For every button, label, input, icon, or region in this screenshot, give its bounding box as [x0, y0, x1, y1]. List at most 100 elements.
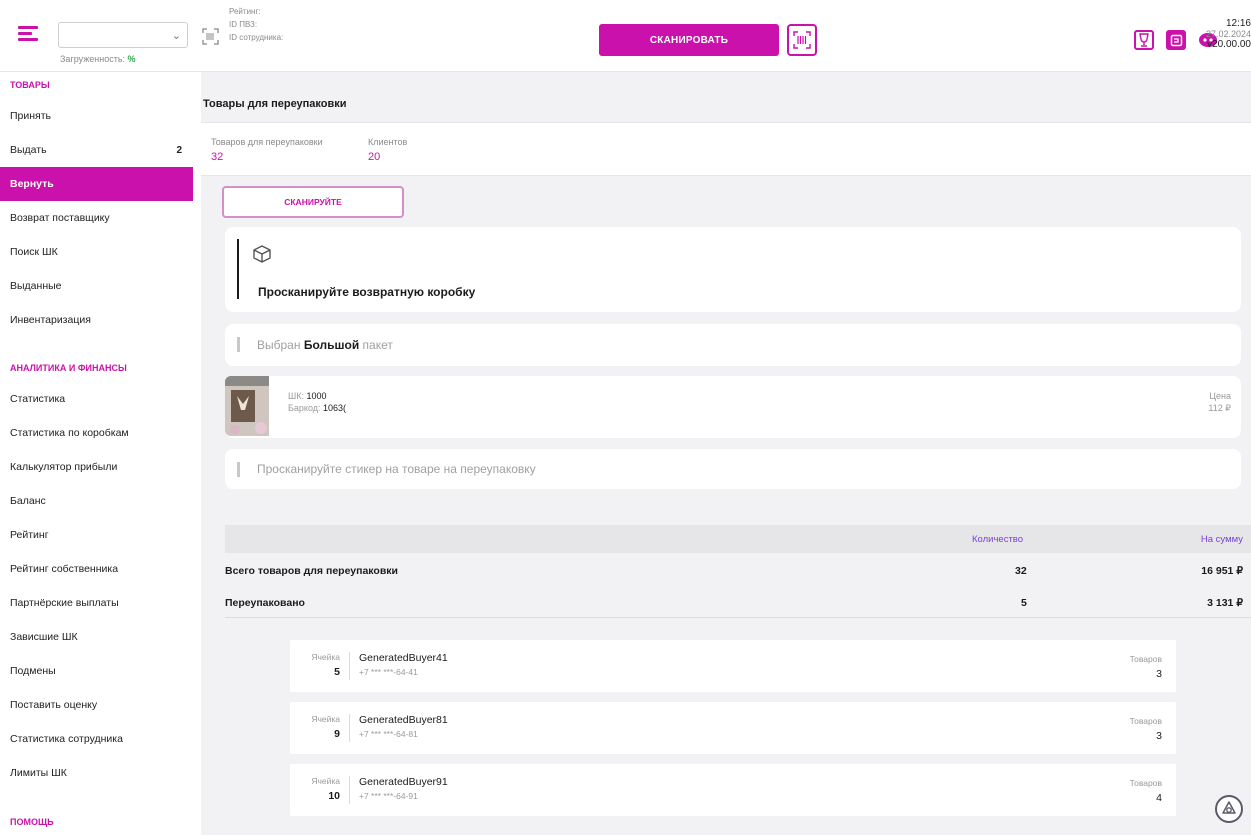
client-card[interactable]: Ячейка 9 GeneratedBuyer81 +7 *** ***-64-… [290, 702, 1176, 754]
sidebar-item-return[interactable]: Вернуть [0, 167, 193, 201]
sidebar-item-rate[interactable]: Поставить оценку [0, 688, 193, 722]
client-separator [349, 652, 350, 680]
sidebar-item-issued[interactable]: Выданные [0, 269, 193, 303]
sidebar-item-rating[interactable]: Рейтинг [0, 518, 193, 552]
sidebar-item-issue[interactable]: Выдать 2 [0, 133, 193, 167]
sidebar-item-statistics[interactable]: Статистика [0, 382, 193, 416]
chevron-down-icon: ⌄ [171, 30, 181, 42]
col-quantity: Количество [972, 534, 1024, 545]
sidebar-item-inventory[interactable]: Инвентаризация [0, 303, 193, 337]
stat-value: 32 [211, 151, 224, 163]
client-phone: +7 *** ***-64-41 [359, 667, 418, 677]
sidebar-item-substitutions[interactable]: Подмены [0, 654, 193, 688]
cell-label: Ячейка [311, 652, 340, 662]
sidebar-item-label: Рейтинг [10, 529, 49, 541]
sidebar-item-search-barcode[interactable]: Поиск ШК [0, 235, 193, 269]
client-info: GeneratedBuyer81 +7 *** ***-64-81 [359, 714, 448, 739]
page-title: Товары для переупаковки [203, 98, 347, 110]
hamburger-icon[interactable] [18, 26, 38, 42]
scan-code-icon [793, 31, 811, 49]
barcode-label: Баркод: [288, 403, 321, 413]
sticker-card: Просканируйте стикер на товаре на переуп… [225, 449, 1241, 489]
clock-date: 27.02.2024 [1205, 29, 1251, 39]
sidebar-item-label: Выдать [10, 144, 47, 156]
stat-label: Товаров для переупаковки [211, 137, 323, 147]
client-cell: Ячейка 10 [302, 776, 340, 802]
sidebar-item-label: Калькулятор прибыли [10, 461, 118, 473]
client-name: GeneratedBuyer81 [359, 714, 448, 726]
load-label: Загруженность: [60, 54, 126, 64]
client-info: GeneratedBuyer91 +7 *** ***-64-91 [359, 776, 448, 801]
bag-suffix: пакет [362, 338, 393, 352]
wine-glass-icon[interactable] [1134, 30, 1154, 50]
sidebar-item-label: Возврат поставщику [10, 212, 110, 224]
cell-value: 5 [334, 666, 340, 678]
sidebar: ТОВАРЫ Принять Выдать 2 Вернуть Возврат … [0, 72, 193, 835]
scan-code-button[interactable] [787, 24, 817, 56]
sidebar-section-help: ПОМОЩЬ [10, 817, 54, 827]
sidebar-item-barcode-limits[interactable]: Лимиты ШК [0, 756, 193, 790]
store-select[interactable]: ⌄ [58, 22, 188, 48]
sidebar-item-label: Статистика по коробкам [10, 427, 129, 439]
sk-value: 1000 [306, 391, 327, 401]
product-thumbnail [225, 376, 269, 436]
cell-value: 9 [334, 728, 340, 740]
help-icon [1222, 801, 1236, 814]
card-accent-bar [237, 462, 240, 477]
client-cell: Ячейка 9 [302, 714, 340, 740]
client-card[interactable]: Ячейка 5 GeneratedBuyer41 +7 *** ***-64-… [290, 640, 1176, 692]
summary-divider [225, 617, 1251, 618]
bag-card: Выбран Большой пакет [225, 324, 1241, 366]
client-phone: +7 *** ***-64-91 [359, 791, 418, 801]
sidebar-item-employee-stats[interactable]: Статистика сотрудника [0, 722, 193, 756]
info-lines: Рейтинг: ID ПВЗ: ID сотрудника: [229, 5, 283, 44]
load-indicator: Загруженность: % [60, 54, 136, 64]
sidebar-item-label: Зависшие ШК [10, 631, 78, 643]
row-sum: 3 131 ₽ [1207, 597, 1243, 609]
sidebar-item-balance[interactable]: Баланс [0, 484, 193, 518]
sidebar-item-label: Лимиты ШК [10, 767, 67, 779]
goods-label: Товаров [1129, 716, 1162, 726]
sidebar-item-stuck-barcodes[interactable]: Зависшие ШК [0, 620, 193, 654]
goods-value: 4 [1156, 792, 1162, 804]
sticker-prompt: Просканируйте стикер на товаре на переуп… [257, 462, 536, 476]
sidebar-item-label: Баланс [10, 495, 46, 507]
summary-header: Количество На сумму [225, 525, 1251, 553]
sidebar-item-owner-rating[interactable]: Рейтинг собственника [0, 552, 193, 586]
goods-value: 3 [1156, 668, 1162, 680]
sidebar-item-supplier-return[interactable]: Возврат поставщику [0, 201, 193, 235]
scan-input[interactable]: СКАНИРУЙТЕ [222, 186, 404, 218]
cell-value: 10 [328, 790, 340, 802]
sidebar-item-label: Вернуть [10, 178, 54, 190]
box-prompt: Просканируйте возвратную коробку [258, 285, 476, 299]
sidebar-item-label: Поиск ШК [10, 246, 58, 258]
wallet-icon[interactable] [1166, 30, 1186, 50]
sidebar-section-analytics: АНАЛИТИКА И ФИНАНСЫ [10, 363, 127, 373]
sidebar-item-profit-calc[interactable]: Калькулятор прибыли [0, 450, 193, 484]
row-label: Переупаковано [225, 597, 305, 609]
sidebar-item-label: Выданные [10, 280, 62, 292]
client-card[interactable]: Ячейка 10 GeneratedBuyer91 +7 *** ***-64… [290, 764, 1176, 816]
sidebar-item-box-statistics[interactable]: Статистика по коробкам [0, 416, 193, 450]
stat-goods: Товаров для переупаковки 32 [211, 137, 323, 163]
scan-button[interactable]: СКАНИРОВАТЬ [599, 24, 779, 56]
sidebar-item-accept[interactable]: Принять [0, 99, 193, 133]
help-button[interactable] [1215, 795, 1243, 823]
bag-size: Большой [303, 338, 360, 352]
sidebar-item-partner-payouts[interactable]: Партнёрские выплаты [0, 586, 193, 620]
price-value: 112 ₽ [1208, 403, 1231, 413]
row-sum: 16 951 ₽ [1201, 565, 1243, 577]
card-accent-bar [237, 239, 239, 299]
goods-value: 3 [1156, 730, 1162, 742]
client-separator [349, 714, 350, 742]
client-info: GeneratedBuyer41 +7 *** ***-64-41 [359, 652, 448, 677]
client-name: GeneratedBuyer41 [359, 652, 448, 664]
stats-bar: Товаров для переупаковки 32 Клиентов 20 [201, 122, 1251, 176]
client-goods: Товаров 3 [1130, 654, 1162, 680]
sidebar-item-label: Партнёрские выплаты [10, 597, 119, 609]
employee-id-label: ID сотрудника: [229, 33, 284, 42]
goods-label: Товаров [1129, 778, 1162, 788]
bag-prefix: Выбран [257, 338, 301, 352]
sidebar-item-label: Подмены [10, 665, 56, 677]
pvz-id-label: ID ПВЗ: [229, 20, 258, 29]
